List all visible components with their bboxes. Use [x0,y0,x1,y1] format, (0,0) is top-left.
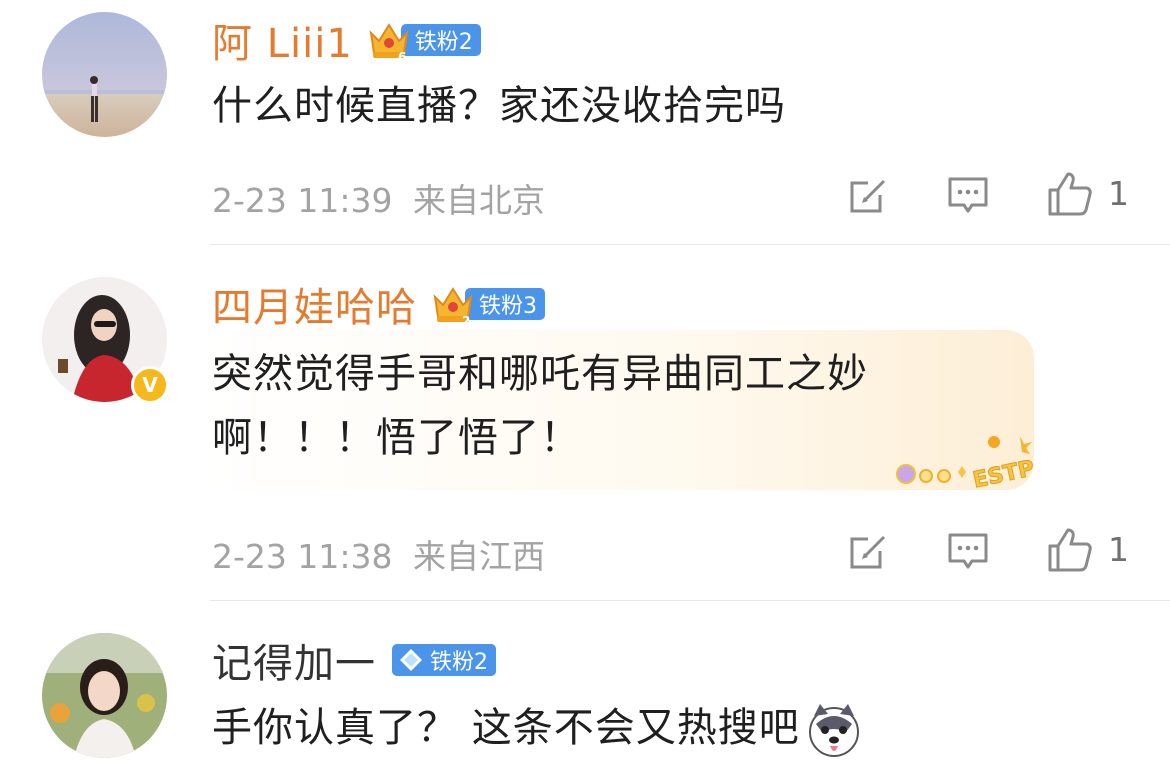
comment-time: 2-23 11:38 [212,537,393,576]
comment-text-line2: 啊！！！悟了悟了！ [212,415,581,461]
divider [210,600,1170,601]
crown-icon: 6 [369,23,409,61]
username[interactable]: 四月娃哈哈 [212,275,417,333]
username[interactable]: 阿 Liii1 [212,11,353,69]
svg-text:6: 6 [398,50,406,61]
fan-badge: 铁粉2 [392,641,496,679]
username[interactable]: 记得加一 [212,631,376,689]
comment-icon[interactable] [946,173,990,217]
comment-location: 来自江西 [413,537,545,576]
comment-text: 突然觉得手哥和哪吒有异曲同工之妙 [212,351,868,397]
avatar[interactable] [42,12,167,137]
verified-v-icon: V [131,366,169,404]
comment-time: 2-23 11:39 [212,181,393,220]
fan-badge: 6 铁粉2 [367,21,481,61]
comment-meta: 2-23 11:38 来自江西 [212,530,545,578]
fan-badge: 2 铁粉3 [431,285,545,325]
edit-icon[interactable] [846,173,890,217]
like-count: 1 [1108,174,1129,213]
edit-icon[interactable] [846,529,890,573]
like-count: 1 [1108,530,1129,569]
avatar[interactable] [42,633,167,758]
estp-sticker-icon: ESTP [896,436,1037,492]
comment-icon[interactable] [946,529,990,573]
svg-text:2: 2 [462,314,470,325]
thumbs-up-icon[interactable] [1046,170,1094,218]
divider [210,244,1170,245]
svg-text:ESTP: ESTP [971,456,1037,492]
comment-location: 来自北京 [413,181,545,220]
comment-meta: 2-23 11:39 来自北京 [212,174,545,222]
comment-text: 什么时候直播？家还没收拾完吗 [212,83,786,129]
crown-icon: 2 [433,287,473,325]
fan-badge-label: 铁粉2 [424,644,496,676]
comment-text: 手你认真了？ 这条不会又热搜吧 [212,696,862,760]
comment-text-content: 手你认真了？ 这条不会又热搜吧 [212,705,800,751]
fan-badge-label: 铁粉3 [465,288,545,320]
fan-badge-label: 铁粉2 [400,24,481,56]
diamond-icon [400,649,422,671]
husky-emoji-icon [808,704,859,757]
thumbs-up-icon[interactable] [1046,526,1094,574]
